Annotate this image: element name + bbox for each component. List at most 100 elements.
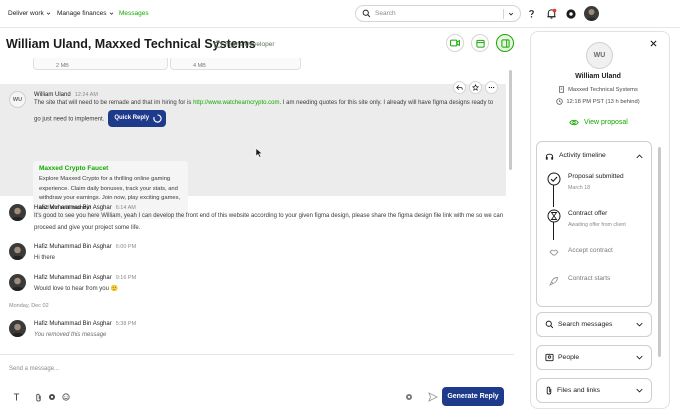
message-time: 5:38 PM <box>115 321 137 327</box>
attachment-card[interactable]: 2 MB <box>33 58 168 70</box>
message-composer[interactable]: Send a message... Generate Reply <box>0 354 514 409</box>
hourglass-icon <box>546 208 561 223</box>
settings-gear-icon[interactable] <box>564 7 577 20</box>
contract-title: Figma Developer <box>225 40 275 48</box>
message-header: Hafiz Muhammad Bin Asghar 5:38 PM <box>34 321 136 327</box>
chevron-down-icon <box>109 12 113 15</box>
close-icon[interactable] <box>648 38 658 48</box>
local-time-text: 12:18 PM PST (13 h behind) <box>566 98 640 105</box>
timeline-connector <box>553 222 554 240</box>
sender-name: Hafiz Muhammad Bin Asghar <box>34 244 112 250</box>
quick-reply-label: Quick Reply <box>114 114 150 121</box>
search-icon <box>362 9 371 18</box>
chevron-down-icon[interactable] <box>508 11 514 17</box>
nav-manage-finances[interactable]: Manage finances <box>57 10 114 17</box>
schedule-button[interactable] <box>471 34 489 52</box>
attachment-card[interactable]: 4 MB <box>170 58 301 70</box>
timeline-connector <box>553 185 554 207</box>
ai-settings-gear-icon[interactable] <box>404 392 414 402</box>
section-label: Files and links <box>557 387 601 394</box>
building-icon <box>559 86 565 93</box>
message-time: 9:16 PM <box>115 275 137 281</box>
nav-deliver-work[interactable]: Deliver work <box>8 10 51 17</box>
files-and-links-section[interactable]: Files and links <box>536 378 652 403</box>
timeline-step-detail: Awaiting offer from client <box>568 222 626 228</box>
chevron-down-icon <box>636 388 643 393</box>
nav-label: Manage finances <box>57 10 107 17</box>
notifications-bell-icon[interactable] <box>545 7 558 20</box>
video-call-button[interactable] <box>446 34 464 52</box>
avatar <box>9 243 26 260</box>
search-messages-section[interactable]: Search messages <box>536 312 652 337</box>
star-icon <box>472 84 479 91</box>
message-text: It's good to see you here William, yeah … <box>34 213 504 231</box>
generate-reply-button[interactable]: Generate Reply <box>442 387 504 406</box>
timeline-step-label: Proposal submitted <box>568 173 624 180</box>
message-text: Would love to hear from you 🙂 <box>34 286 119 292</box>
loading-spinner-icon <box>153 114 162 123</box>
avatar: WU <box>9 91 26 108</box>
reply-arrow-icon <box>456 85 463 90</box>
client-company-name: Maxxed Technical Systems <box>568 86 638 93</box>
chevron-down-icon <box>636 355 643 360</box>
sender-name: Hafiz Muhammad Bin Asghar <box>34 321 112 327</box>
message-link[interactable]: http://www.watchearncrypto.com <box>193 100 279 106</box>
attachment-size: 2 MB <box>56 63 69 69</box>
attachment-paperclip-icon <box>546 386 552 395</box>
calendar-icon <box>475 39 485 48</box>
link-preview-title[interactable]: Maxxed Crypto Faucet <box>39 165 182 172</box>
help-icon[interactable] <box>525 7 538 20</box>
view-proposal-link[interactable]: View proposal <box>569 119 628 126</box>
quick-reply-button[interactable]: Quick Reply <box>108 109 167 127</box>
sidebar-panel-icon <box>500 38 510 48</box>
search-placeholder: Search <box>375 10 396 17</box>
people-section[interactable]: People <box>536 345 652 370</box>
nav-label: Deliver work <box>8 10 44 17</box>
send-icon[interactable] <box>427 391 439 403</box>
contract-subtitle: Figma Developer <box>214 40 275 48</box>
nav-label: Messages <box>119 10 149 17</box>
search-box[interactable]: Search <box>355 5 521 22</box>
avatar: WU <box>586 42 613 69</box>
search-icon <box>545 320 554 329</box>
user-avatar[interactable] <box>584 6 599 21</box>
headset-icon <box>545 153 554 160</box>
chevron-down-icon <box>636 322 643 327</box>
client-local-time: 12:18 PM PST (13 h behind) <box>531 98 665 105</box>
attachment-size: 4 MB <box>193 63 206 69</box>
nav-messages[interactable]: Messages <box>119 10 149 17</box>
thread-scrollbar[interactable] <box>509 70 512 170</box>
chevron-up-icon[interactable] <box>636 154 643 159</box>
emoji-smile-icon[interactable] <box>61 392 71 402</box>
text-format-icon[interactable] <box>11 392 21 402</box>
message-item-highlighted[interactable]: WU William Uland 12:24 AM The site that w… <box>0 84 506 219</box>
avatar <box>9 320 26 337</box>
more-options-button[interactable] <box>485 81 498 94</box>
mouse-cursor-icon <box>255 148 263 158</box>
panel-scrollbar[interactable] <box>658 147 661 357</box>
message-text: The site that will need to be remade and… <box>34 100 194 106</box>
more-dots-icon <box>488 86 495 89</box>
message-text: Hi there <box>34 255 56 261</box>
attachment-paperclip-icon[interactable] <box>33 392 43 402</box>
favorite-button[interactable] <box>469 81 482 94</box>
timeline-step-label: Contract offer <box>568 210 608 217</box>
handshake-icon <box>546 244 561 259</box>
people-icon <box>545 353 554 362</box>
message-text: You removed this message <box>34 332 107 338</box>
client-name: William Uland <box>575 73 621 80</box>
client-company: Maxxed Technical Systems <box>531 86 665 93</box>
settings-gear-icon[interactable] <box>47 392 57 402</box>
view-proposal-label: View proposal <box>584 119 628 126</box>
eye-icon <box>569 119 579 126</box>
message-thread[interactable]: 2 MB 4 MB WU William Uland 12:24 AM The s… <box>0 58 514 354</box>
message-input[interactable]: Send a message... <box>9 366 59 372</box>
day-divider: Monday, Dec 02 <box>9 303 49 309</box>
briefcase-icon <box>214 40 222 48</box>
avatar <box>9 204 26 221</box>
message-header: Hafiz Muhammad Bin Asghar 9:16 PM <box>34 275 136 281</box>
message-time: 6:00 PM <box>115 244 137 250</box>
reply-button[interactable] <box>453 81 466 94</box>
toggle-details-panel-button[interactable] <box>496 34 514 52</box>
avatar <box>9 274 26 291</box>
